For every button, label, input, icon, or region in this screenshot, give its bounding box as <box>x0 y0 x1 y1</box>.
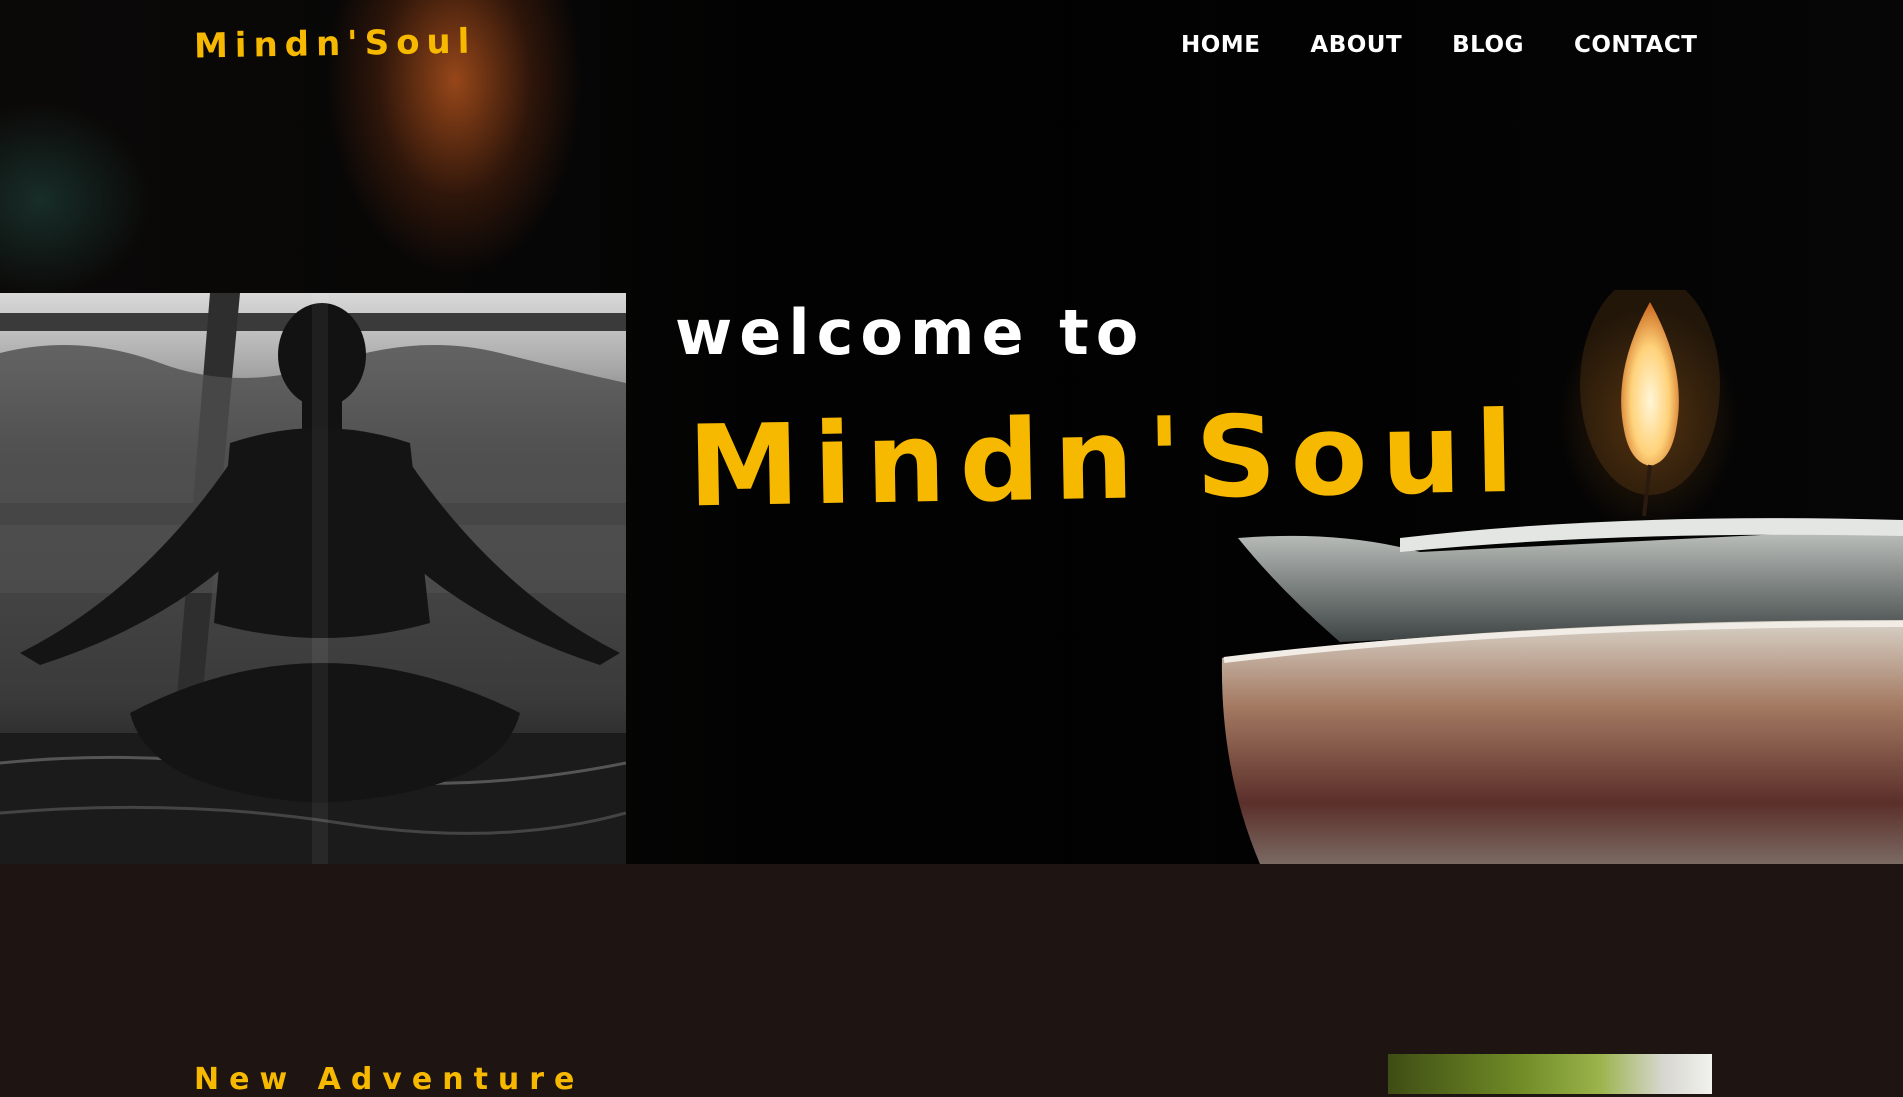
nav-blog[interactable]: BLOG <box>1452 32 1524 58</box>
welcome-heading: welcome to <box>675 296 1146 369</box>
candle-image <box>1221 290 1903 864</box>
nav-home[interactable]: HOME <box>1181 32 1260 58</box>
main-nav: HOME ABOUT BLOG CONTACT <box>1181 32 1697 58</box>
hero-background: Mindn'Soul HOME ABOUT BLOG CONTACT welco… <box>0 0 1903 864</box>
nav-contact[interactable]: CONTACT <box>1574 32 1697 58</box>
site-logo[interactable]: Mindn'Soul <box>194 22 477 67</box>
nav-about[interactable]: ABOUT <box>1310 32 1402 58</box>
section-thumbnail <box>1388 1054 1712 1094</box>
meditation-photo <box>0 293 626 864</box>
